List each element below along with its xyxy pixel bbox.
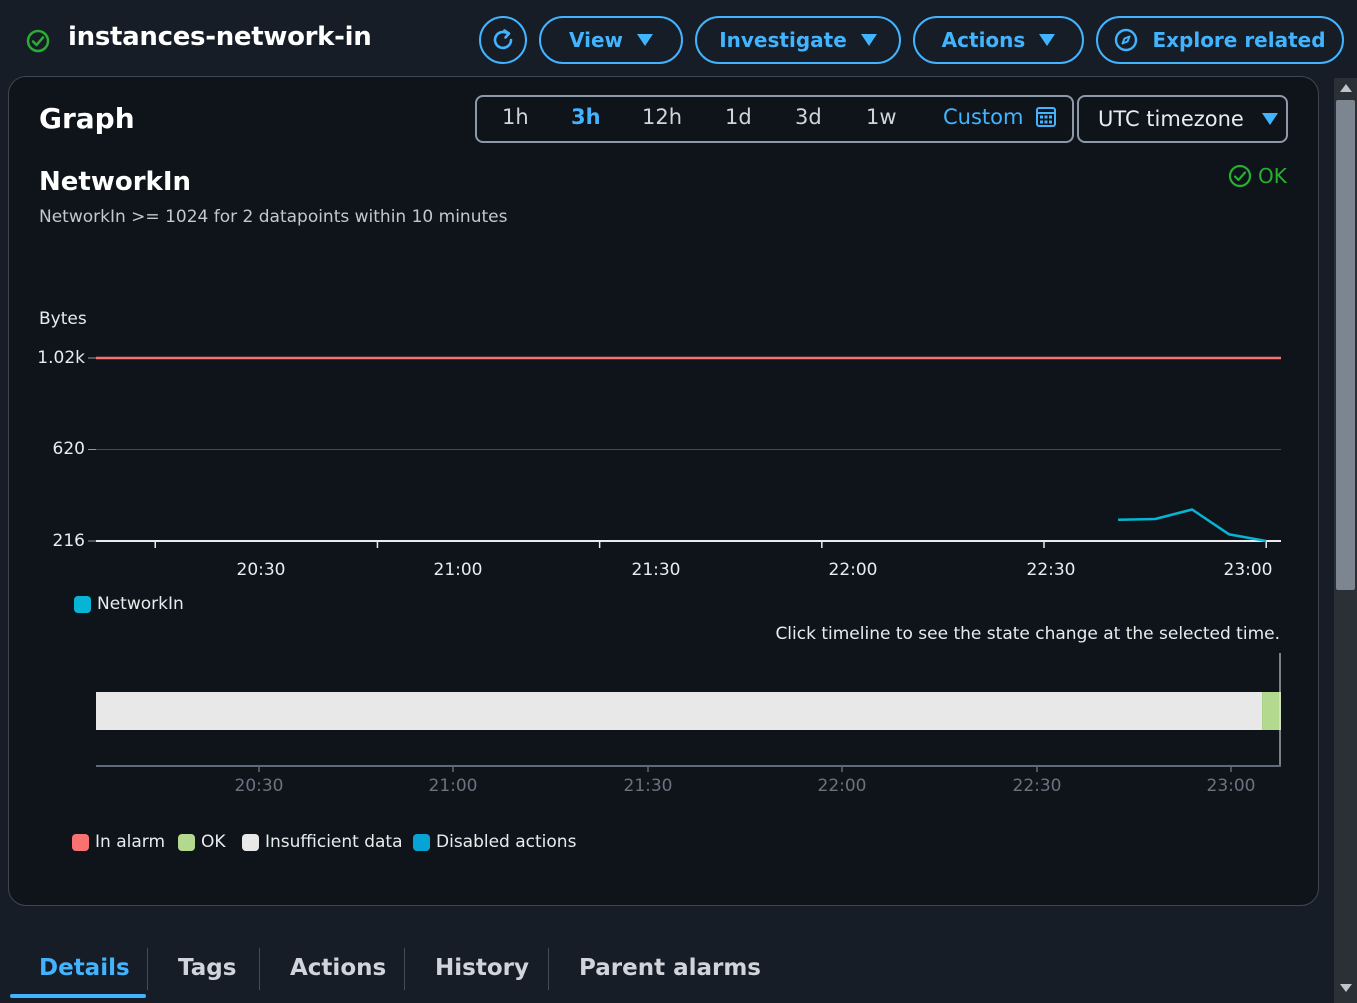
timeline-x-tick: 21:30 <box>623 776 673 796</box>
timeline-x-tick: 21:00 <box>428 776 478 796</box>
timeline-hint: Click timeline to see the state change a… <box>775 624 1280 644</box>
timeline-x-tick: 22:30 <box>1012 776 1062 796</box>
timeline-insufficient-segment <box>96 692 1263 730</box>
tab-parent-alarms[interactable]: Parent alarms <box>579 955 761 981</box>
legend-label: NetworkIn <box>97 594 184 614</box>
legend-insufficient-data: Insufficient data <box>242 832 403 852</box>
tab-divider <box>404 948 405 990</box>
legend-networkin[interactable]: NetworkIn <box>74 594 184 614</box>
timeline-x-tick: 23:00 <box>1206 776 1256 796</box>
timeline-ok-segment <box>1262 692 1281 730</box>
tab-details[interactable]: Details <box>39 955 130 981</box>
tab-tags[interactable]: Tags <box>178 955 236 981</box>
legend-swatch <box>413 833 430 851</box>
tab-divider <box>548 948 549 990</box>
legend-label: OK <box>201 832 226 852</box>
legend-disabled-actions: Disabled actions <box>413 832 576 852</box>
tab-divider <box>147 948 148 990</box>
series-line-networkin <box>1118 508 1267 543</box>
legend-swatch <box>178 833 195 851</box>
legend-swatch <box>242 833 259 851</box>
scrollbar-thumb[interactable] <box>1336 100 1355 590</box>
networkin-chart[interactable] <box>0 0 1357 1003</box>
legend-swatch <box>72 833 89 851</box>
tab-divider <box>259 948 260 990</box>
legend-swatch <box>74 595 91 613</box>
active-tab-indicator <box>10 994 146 998</box>
timeline-x-tick: 20:30 <box>234 776 284 796</box>
legend-label: Insufficient data <box>265 832 403 852</box>
legend-in-alarm: In alarm <box>72 832 165 852</box>
legend-ok: OK <box>178 832 226 852</box>
tab-actions[interactable]: Actions <box>290 955 386 981</box>
legend-label: Disabled actions <box>436 832 577 852</box>
scroll-up-icon[interactable] <box>1340 84 1352 92</box>
legend-label: In alarm <box>95 832 166 852</box>
tab-history[interactable]: History <box>435 955 529 981</box>
timeline-x-tick: 22:00 <box>817 776 867 796</box>
scroll-down-icon[interactable] <box>1340 984 1352 992</box>
